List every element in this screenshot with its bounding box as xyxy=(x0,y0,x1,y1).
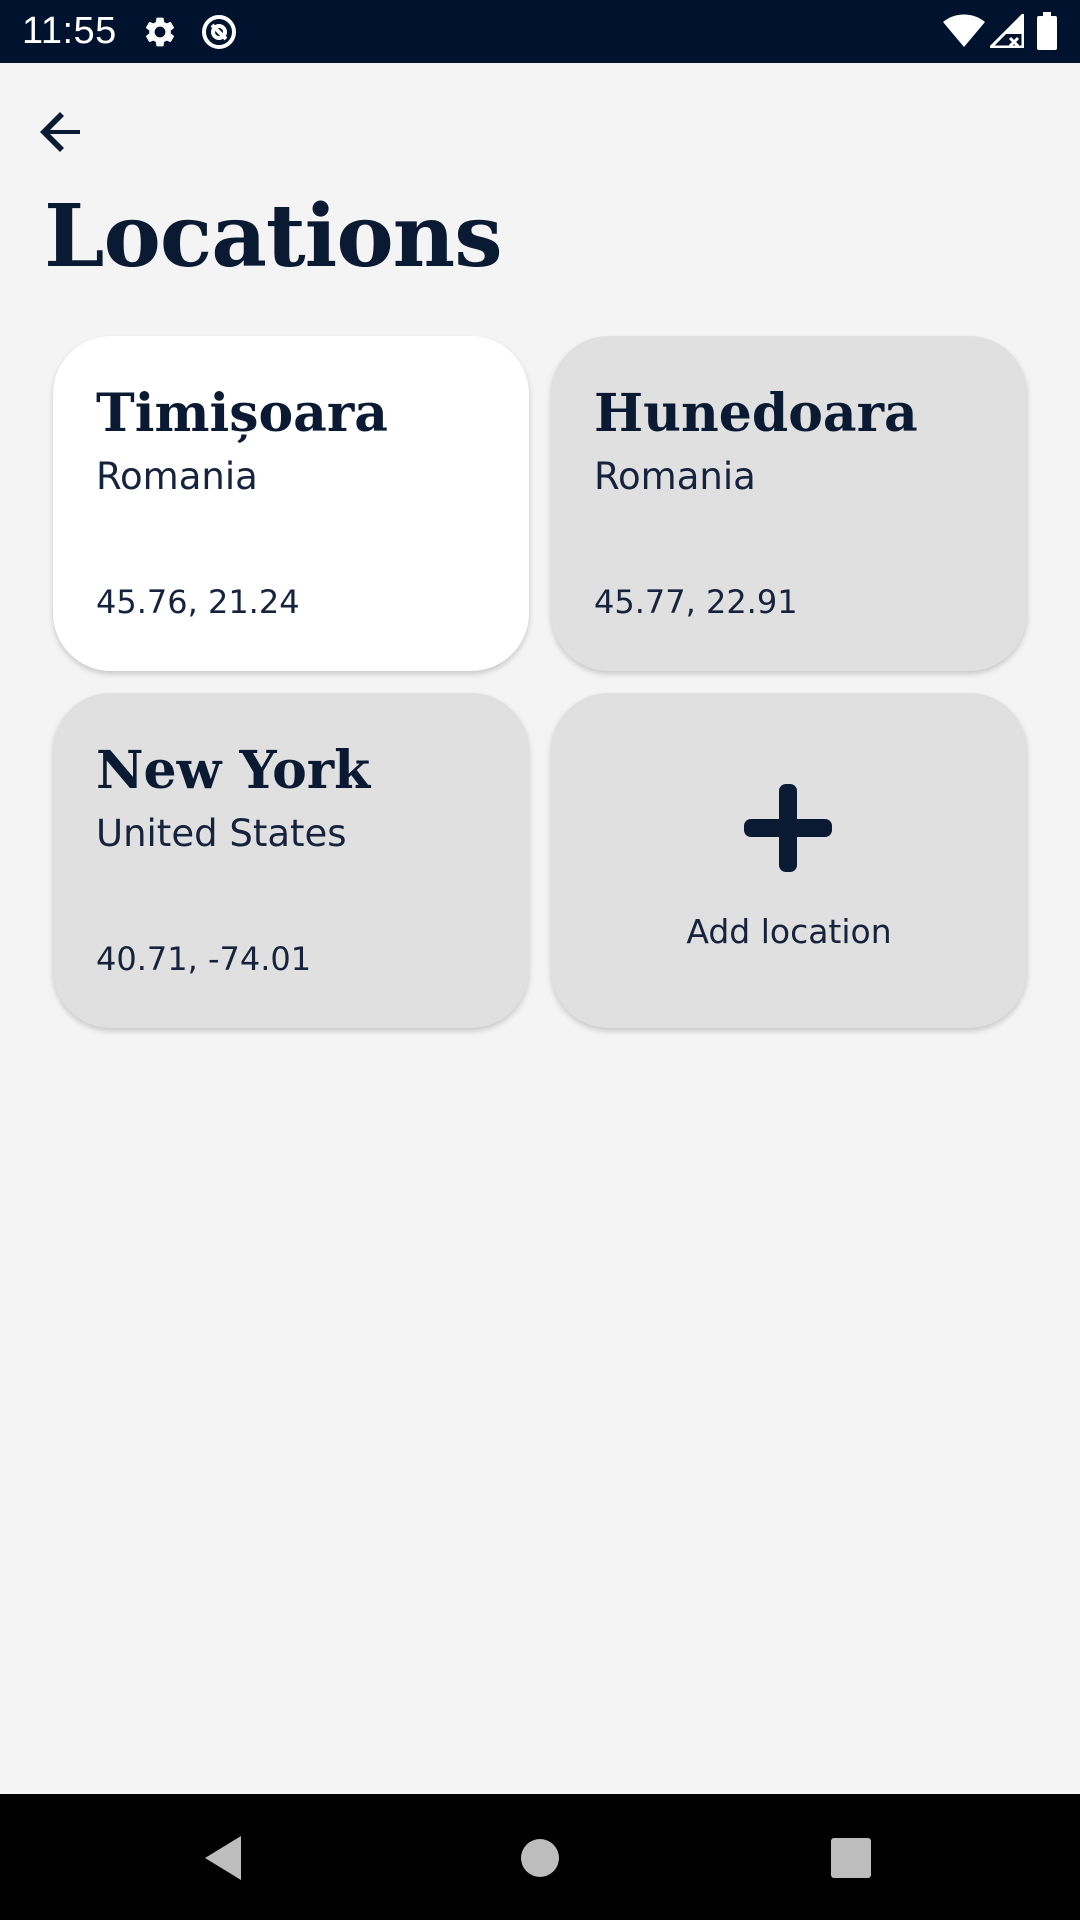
location-coordinates: 40.71, -74.01 xyxy=(96,940,312,978)
add-location-button[interactable]: Add location xyxy=(551,693,1027,1028)
location-card-new-york[interactable]: New York United States 40.71, -74.01 xyxy=(53,693,529,1028)
navigation-bar xyxy=(0,1794,1080,1920)
add-location-label: Add location xyxy=(686,912,892,951)
cellular-signal-icon xyxy=(990,14,1024,48)
page-title: Locations xyxy=(44,186,503,287)
location-card-timisoara[interactable]: Timișoara Romania 45.76, 21.24 xyxy=(53,336,529,671)
status-bar: 11:55 xyxy=(0,0,1080,63)
status-time: 11:55 xyxy=(22,10,117,52)
battery-icon xyxy=(1037,12,1057,50)
location-city: New York xyxy=(96,740,371,801)
nav-recents-icon[interactable] xyxy=(823,1830,879,1886)
location-city: Hunedoara xyxy=(594,383,918,444)
location-city: Timișoara xyxy=(96,383,388,444)
location-card-hunedoara[interactable]: Hunedoara Romania 45.77, 22.91 xyxy=(551,336,1027,671)
nav-home-icon[interactable] xyxy=(512,1830,568,1886)
location-coordinates: 45.76, 21.24 xyxy=(96,583,300,621)
location-coordinates: 45.77, 22.91 xyxy=(594,583,798,621)
location-country: United States xyxy=(96,812,347,855)
arrow-left-icon xyxy=(40,112,80,152)
back-button[interactable] xyxy=(30,100,94,164)
nav-back-icon[interactable] xyxy=(197,1830,253,1886)
settings-icon xyxy=(145,17,175,47)
plus-icon xyxy=(744,784,832,872)
location-country: Romania xyxy=(594,455,756,498)
wifi-icon xyxy=(943,14,985,47)
location-country: Romania xyxy=(96,455,258,498)
at-sign-icon xyxy=(202,15,236,49)
